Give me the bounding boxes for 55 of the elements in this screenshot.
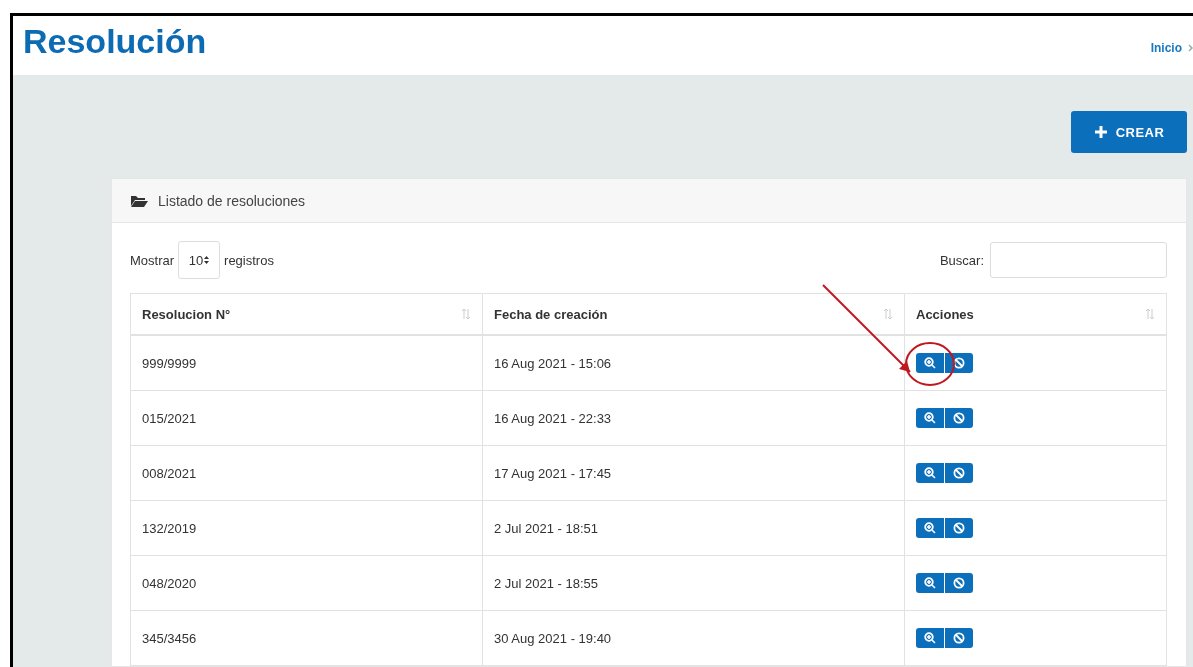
zoom-in-icon <box>924 522 936 534</box>
column-header[interactable]: Resolucion N° <box>130 293 483 335</box>
breadcrumb-link[interactable]: Inicio <box>1150 41 1182 55</box>
table-cell: 132/2019 <box>130 500 483 556</box>
page-title: Resolución <box>23 22 207 61</box>
disable-button[interactable] <box>945 628 973 648</box>
chevron-icon <box>1188 44 1193 52</box>
search-label: Buscar: <box>939 252 984 268</box>
zoom-in-icon <box>924 577 936 589</box>
ban-icon <box>953 632 965 644</box>
folder-icon <box>131 194 148 207</box>
ban-icon <box>953 577 965 589</box>
view-button[interactable] <box>916 628 944 648</box>
view-button[interactable] <box>916 408 944 428</box>
zoom-in-icon <box>924 357 936 369</box>
sort-icon <box>1145 308 1155 320</box>
ban-icon <box>953 412 965 424</box>
table-cell: 30 Aug 2021 - 19:40 <box>482 610 905 666</box>
length-select[interactable]: 10 <box>178 241 221 279</box>
table-cell: 17 Aug 2021 - 17:45 <box>482 445 905 501</box>
table-cell: 048/2020 <box>130 555 483 611</box>
disable-button[interactable] <box>945 353 973 373</box>
disable-button[interactable] <box>945 408 973 428</box>
table-cell: 015/2021 <box>130 390 483 446</box>
table-cell: 345/3456 <box>130 610 483 666</box>
view-button[interactable] <box>916 463 944 483</box>
ban-icon <box>953 467 965 479</box>
table-cell: 16 Aug 2021 - 22:33 <box>482 390 905 446</box>
table-cell: 2 Jul 2021 - 18:51 <box>482 500 905 556</box>
create-button[interactable]: CREAR <box>1071 111 1187 153</box>
plus-icon <box>1093 125 1108 139</box>
ban-icon <box>953 357 965 369</box>
column-header[interactable]: Acciones <box>904 293 1167 335</box>
view-button[interactable] <box>916 518 944 538</box>
table-cell: 008/2021 <box>130 445 483 501</box>
records-label: registros <box>224 252 274 268</box>
zoom-in-icon <box>924 632 936 644</box>
table-cell: 2 Jul 2021 - 18:55 <box>482 555 905 611</box>
show-label: Mostrar <box>130 252 175 268</box>
sort-icon <box>883 308 893 320</box>
table-cell: 999/9999 <box>130 335 483 391</box>
zoom-in-icon <box>924 467 936 479</box>
disable-button[interactable] <box>945 518 973 538</box>
search-field[interactable] <box>990 242 1167 278</box>
disable-button[interactable] <box>945 573 973 593</box>
card-title: Listado de resoluciones <box>158 192 306 209</box>
ban-icon <box>953 522 965 534</box>
sort-icon <box>461 308 471 320</box>
zoom-in-icon <box>924 412 936 424</box>
column-header[interactable]: Fecha de creación <box>482 293 905 335</box>
view-button[interactable] <box>916 573 944 593</box>
view-button[interactable] <box>916 353 944 373</box>
table-cell: 16 Aug 2021 - 15:06 <box>482 335 905 391</box>
disable-button[interactable] <box>945 463 973 483</box>
updown-icon <box>204 256 210 264</box>
